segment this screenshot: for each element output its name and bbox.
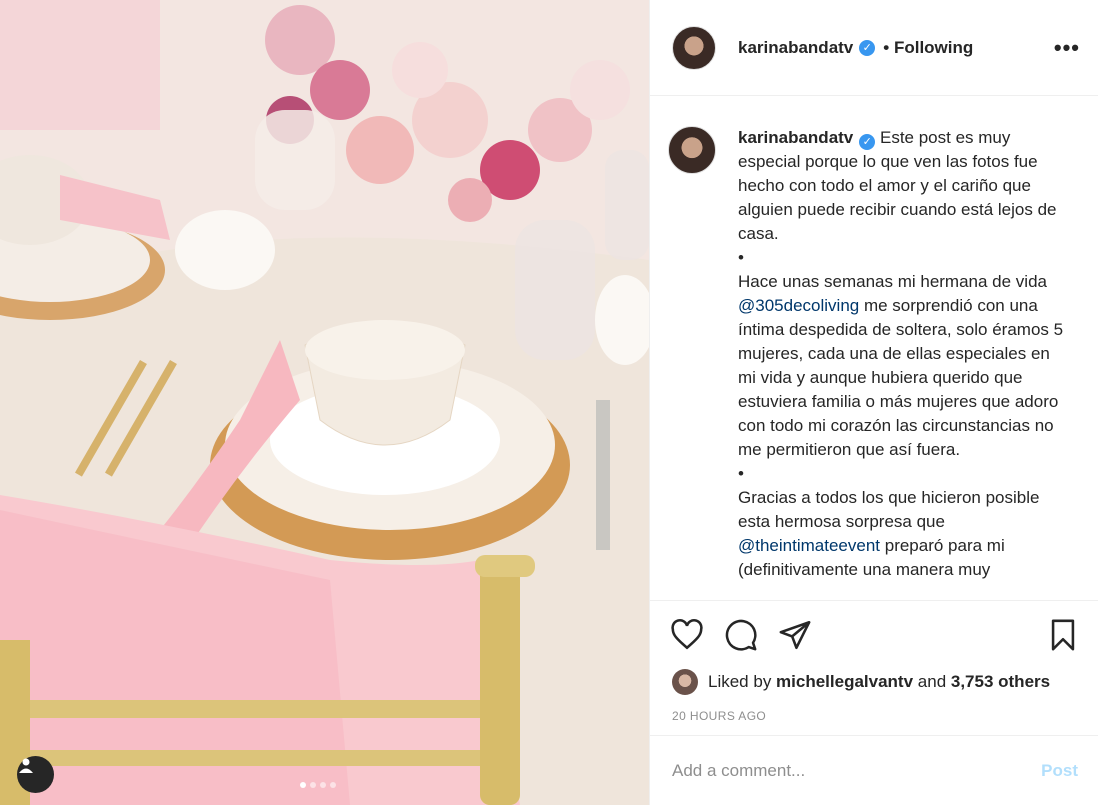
caption-avatar[interactable] [668, 126, 716, 174]
bookmark-icon[interactable] [1046, 618, 1080, 652]
likes-summary: Liked by michellegalvantv and 3,753 othe… [650, 653, 1098, 695]
mention-link[interactable]: @305decoliving [738, 296, 859, 315]
username-link[interactable]: karinabandatv [738, 38, 853, 58]
carousel-dot [300, 782, 306, 788]
post-actions: Liked by michellegalvantv and 3,753 othe… [650, 600, 1098, 805]
carousel-dot [310, 782, 316, 788]
following-button[interactable]: • Following [883, 38, 973, 58]
liker-avatar[interactable] [672, 669, 698, 695]
caption-bullet: • [738, 464, 744, 483]
share-icon[interactable] [778, 618, 812, 652]
user-tag-icon [19, 758, 33, 773]
caption-text: karinabandatv ✓ Este post es muy especial… [738, 126, 1068, 600]
avatar[interactable] [672, 25, 716, 70]
post-side-panel: karinabandatv ✓ • Following ••• karinaba… [649, 0, 1098, 805]
carousel-indicator [300, 782, 336, 788]
post-image[interactable] [0, 0, 649, 805]
following-label: Following [893, 37, 974, 57]
carousel-dot [330, 782, 336, 788]
verified-badge-icon: ✓ [859, 39, 876, 56]
heart-icon[interactable] [670, 618, 704, 652]
post-comment-button[interactable]: Post [1041, 761, 1078, 781]
post-header: karinabandatv ✓ • Following ••• [650, 0, 1098, 96]
likes-middle: and [913, 672, 951, 691]
caption-username[interactable]: karinabandatv [738, 128, 853, 147]
comment-icon[interactable] [724, 618, 758, 652]
liker-username[interactable]: michellegalvantv [776, 672, 913, 691]
verified-badge-icon: ✓ [859, 134, 876, 150]
user-tag-button[interactable] [17, 756, 54, 793]
comment-bar: Post [650, 735, 1098, 805]
action-icons [650, 601, 1098, 653]
likes-count-link[interactable]: 3,753 others [951, 672, 1050, 691]
table-setting-illustration [0, 0, 649, 805]
caption-area: karinabandatv ✓ Este post es muy especial… [650, 96, 1098, 600]
caption-bullet: • [738, 248, 744, 267]
carousel-dot [320, 782, 326, 788]
likes-prefix: Liked by [708, 672, 777, 691]
caption-part-3a: Gracias a todos los que hicieron posible… [738, 488, 1040, 531]
post-timestamp[interactable]: 20 HOURS AGO [650, 695, 1098, 723]
comment-input[interactable] [672, 760, 1042, 781]
more-options-icon[interactable]: ••• [1054, 35, 1080, 61]
caption-part-2a: Hace unas semanas mi hermana de vida [738, 272, 1047, 291]
caption-part-2b: me sorprendió con una íntima despedida d… [738, 296, 1064, 459]
mention-link[interactable]: @theintimateevent [738, 536, 880, 555]
